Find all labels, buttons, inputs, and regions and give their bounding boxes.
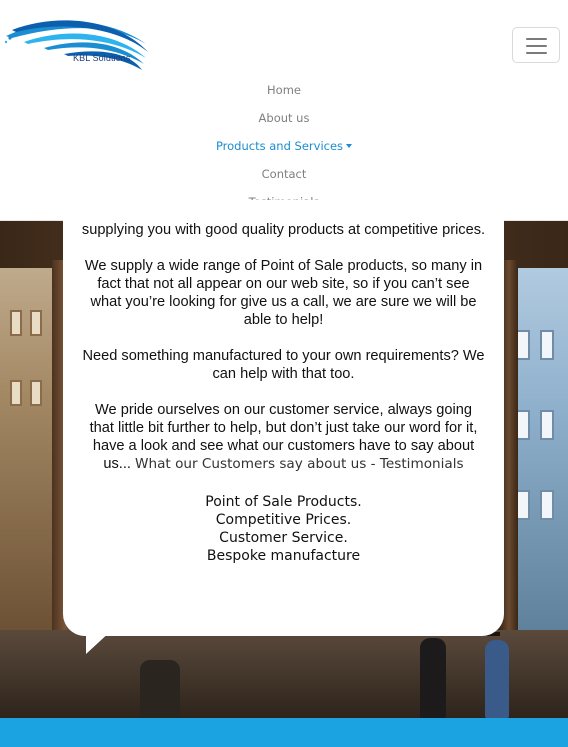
brand-logo[interactable]: [4, 14, 150, 72]
swoosh-logo-icon: [4, 20, 148, 70]
tagline-item: Bespoke manufacture: [206, 548, 361, 564]
nav-link-products-and-services[interactable]: Products and Services: [0, 136, 568, 164]
building-window: [540, 490, 554, 520]
navbar-toggler-button[interactable]: [512, 27, 560, 63]
building-window: [540, 330, 554, 360]
building-window: [516, 490, 530, 520]
tagline-item: Competitive Prices.: [215, 512, 352, 528]
pedestrian: [485, 640, 509, 718]
tagline-list: Point of Sale Products. Competitive Pric…: [63, 493, 504, 565]
nav-link-about-us[interactable]: About us: [0, 108, 568, 136]
building-window: [516, 330, 530, 360]
speech-bubble-tail: [86, 630, 112, 654]
navbar: KBL Solutions Home About us Products and…: [0, 0, 568, 221]
caret-down-icon: [346, 144, 353, 148]
brand-logo-text: KBL Solutions: [73, 53, 131, 63]
nav-link-contact[interactable]: Contact: [0, 164, 568, 192]
testimonials-inline-link[interactable]: What our Customers say about us - Testim…: [135, 456, 464, 472]
building-window: [10, 380, 22, 406]
pedestrian: [420, 638, 446, 718]
intro-paragraph-2: We supply a wide range of Point of Sale …: [84, 258, 483, 328]
tagline-item: Point of Sale Products.: [205, 494, 362, 510]
intro-paragraph-1: supplying you with good quality products…: [81, 222, 486, 238]
cafe-table: [140, 660, 180, 718]
building-window: [540, 410, 554, 440]
nav-menu: Home About us Products and Services Cont…: [0, 80, 568, 220]
nav-link-home[interactable]: Home: [0, 80, 568, 108]
intro-content: supplying you with good quality products…: [63, 221, 504, 565]
footer-bar: [0, 718, 568, 747]
building-window: [30, 310, 42, 336]
tagline-item: Customer Service.: [219, 530, 348, 546]
building-window: [516, 410, 530, 440]
building-window: [10, 310, 22, 336]
intro-paragraph-4: We pride ourselves on our customer servi…: [63, 401, 504, 473]
intro-paragraph-3: Need something manufactured to your own …: [82, 348, 485, 382]
building-window: [30, 380, 42, 406]
